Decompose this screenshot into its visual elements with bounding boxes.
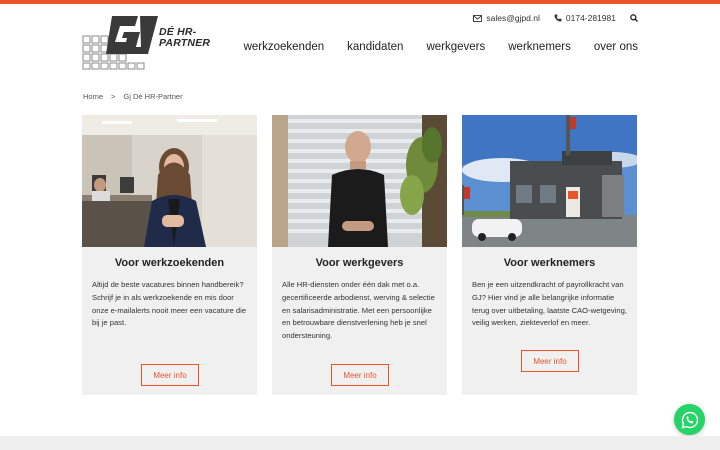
card-photo-office-woman bbox=[82, 115, 257, 247]
whatsapp-icon bbox=[681, 411, 698, 428]
card-werknemers: Voor werknemers Ben je een uitzendkracht… bbox=[462, 115, 637, 395]
card-photo-man-window bbox=[272, 115, 447, 247]
meer-info-button[interactable]: Meer info bbox=[331, 364, 389, 386]
site-header: DÉ HR-PARTNER sales@gjpd.nl 0174-281981 … bbox=[0, 4, 720, 82]
site-logo[interactable]: DÉ HR-PARTNER bbox=[82, 14, 212, 70]
card-werkgevers: Voor werkgevers Alle HR-diensten onder é… bbox=[272, 115, 447, 395]
nav-item-werkzoekenden[interactable]: werkzoekenden bbox=[244, 41, 325, 53]
whatsapp-chat-button[interactable] bbox=[674, 404, 705, 435]
email-link[interactable]: sales@gjpd.nl bbox=[473, 13, 540, 23]
phone-link[interactable]: 0174-281981 bbox=[554, 13, 616, 23]
breadcrumb-home[interactable]: Home bbox=[83, 92, 103, 101]
footer-strip bbox=[0, 436, 720, 450]
phone-icon bbox=[554, 14, 562, 22]
contact-bar: sales@gjpd.nl 0174-281981 bbox=[473, 13, 638, 23]
card-text: Ben je een uitzendkracht of payrollkrach… bbox=[472, 280, 627, 328]
card-title: Voor werkzoekenden bbox=[114, 257, 225, 269]
envelope-icon bbox=[473, 14, 483, 22]
card-text: Alle HR-diensten onder één dak met o.a. … bbox=[282, 280, 435, 341]
card-werkzoekenden: Voor werkzoekenden Altijd de beste vacat… bbox=[82, 115, 257, 395]
search-icon bbox=[630, 14, 638, 22]
card-title: Voor werknemers bbox=[503, 257, 596, 269]
meer-info-button[interactable]: Meer info bbox=[141, 364, 199, 386]
nav-item-over-ons[interactable]: over ons bbox=[594, 41, 638, 53]
card-title: Voor werkgevers bbox=[315, 257, 404, 269]
email-text: sales@gjpd.nl bbox=[486, 13, 540, 23]
card-text: Altijd de beste vacatures binnen handber… bbox=[92, 280, 247, 328]
search-button[interactable] bbox=[630, 14, 638, 22]
breadcrumb-separator: > bbox=[111, 92, 116, 101]
card-photo-building bbox=[462, 115, 637, 247]
nav-item-werknemers[interactable]: werknemers bbox=[508, 41, 571, 53]
logo-tagline: DÉ HR-PARTNER bbox=[159, 26, 211, 49]
nav-item-werkgevers[interactable]: werkgevers bbox=[426, 41, 485, 53]
breadcrumb: Home > Gj Dé HR-Partner bbox=[83, 92, 183, 101]
main-nav: werkzoekenden kandidaten werkgevers werk… bbox=[244, 41, 638, 53]
meer-info-button[interactable]: Meer info bbox=[521, 350, 579, 372]
breadcrumb-current: Gj Dé HR-Partner bbox=[123, 92, 183, 101]
phone-text: 0174-281981 bbox=[565, 13, 616, 23]
logo-mark bbox=[82, 16, 158, 70]
card-row: Voor werkzoekenden Altijd de beste vacat… bbox=[82, 115, 637, 395]
nav-item-kandidaten[interactable]: kandidaten bbox=[347, 41, 403, 53]
